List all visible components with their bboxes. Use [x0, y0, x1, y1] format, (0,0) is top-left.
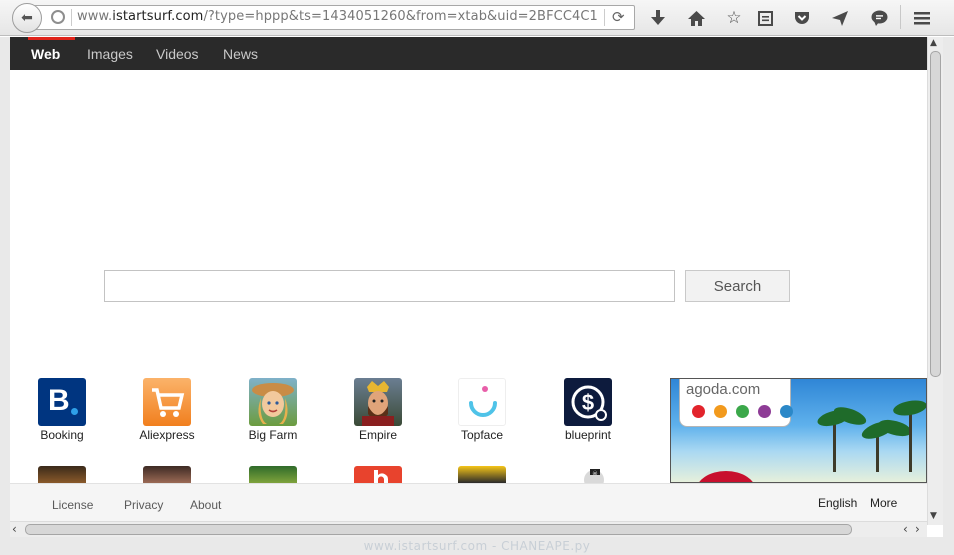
svg-text:$: $	[582, 390, 594, 415]
agoda-ad-banner[interactable]: agoda.com	[670, 378, 927, 483]
tab-videos[interactable]: Videos	[156, 37, 199, 70]
agoda-logo: agoda.com	[686, 381, 761, 398]
landscape-icon	[249, 466, 297, 483]
blueprint-icon: $	[564, 378, 612, 426]
url-separator	[71, 9, 72, 26]
palm-frond	[892, 398, 926, 418]
menu-icon[interactable]	[911, 7, 933, 29]
scroll-left-icon[interactable]: ‹	[12, 522, 17, 536]
tile-label: Big Farm	[248, 428, 298, 442]
scroll-left-icon[interactable]: ‹	[903, 522, 908, 536]
horizontal-scroll-thumb[interactable]	[25, 524, 852, 535]
tile-label: Topface	[460, 428, 504, 442]
tile-blueprint[interactable]: $ blueprint	[543, 378, 633, 442]
tile-label: Aliexpress	[139, 428, 195, 442]
booking-icon: B	[38, 378, 86, 426]
tile-empire[interactable]: Empire	[333, 378, 423, 442]
footer-link-license[interactable]: License	[52, 498, 93, 512]
watermark: www.istartsurf.com - CHANEAPE.py	[363, 539, 591, 553]
more-link[interactable]: More	[870, 496, 897, 510]
tab-images[interactable]: Images	[87, 37, 133, 70]
search-input[interactable]	[104, 270, 675, 302]
agoda-dots	[692, 405, 793, 418]
search-type-nav: Web Images Videos News	[10, 37, 927, 70]
url-bar[interactable]: www.istartsurf.com/?type=hppp&ts=1434051…	[34, 5, 635, 30]
bookmarks-list-icon[interactable]	[754, 7, 776, 29]
agoda-dot	[714, 405, 727, 418]
window-frame-right	[943, 37, 954, 537]
svg-text:☠: ☠	[592, 470, 598, 477]
toolbar-separator	[900, 5, 901, 29]
palm-frond	[831, 403, 869, 429]
page-footer: License Privacy About English More	[10, 483, 927, 521]
tile-partial-5[interactable]	[437, 466, 527, 483]
agoda-dot	[736, 405, 749, 418]
url-text[interactable]: www.istartsurf.com/?type=hppp&ts=1434051…	[77, 9, 598, 24]
big-farm-icon	[249, 378, 297, 426]
back-arrow-icon: ⬅	[21, 10, 33, 26]
agoda-dot	[780, 405, 793, 418]
globe-icon	[51, 10, 65, 24]
reload-icon[interactable]: ⟳	[612, 8, 625, 26]
tile-label: Booking	[40, 428, 84, 442]
url-divider	[604, 9, 605, 26]
scroll-right-icon[interactable]: ›	[915, 522, 920, 536]
pirate-icon: ☠	[564, 466, 612, 483]
tile-booking[interactable]: B Booking	[17, 378, 107, 442]
ad-badge-shape	[696, 471, 756, 482]
horizontal-scrollbar[interactable]: ‹ ‹ ›	[10, 521, 927, 537]
language-selector[interactable]: English	[818, 496, 857, 510]
tile-big-farm[interactable]: Big Farm	[228, 378, 318, 442]
game-icon	[38, 466, 86, 483]
tile-partial-1[interactable]	[17, 466, 107, 483]
agoda-dot	[758, 405, 771, 418]
footer-link-about[interactable]: About	[190, 498, 221, 512]
tab-web[interactable]: Web	[31, 37, 60, 70]
footer-link-privacy[interactable]: Privacy	[124, 498, 163, 512]
scroll-down-icon[interactable]: ▼	[930, 511, 937, 521]
agoda-logo-card: agoda.com	[679, 379, 793, 427]
tile-partial-2[interactable]	[122, 466, 212, 483]
bookmark-star-icon[interactable]: ☆	[723, 7, 745, 29]
send-icon[interactable]	[829, 7, 851, 29]
tile-partial-4[interactable]	[333, 466, 423, 483]
tab-news[interactable]: News	[223, 37, 258, 70]
red-app-icon	[354, 466, 402, 483]
browser-toolbar: www.istartsurf.com/?type=hppp&ts=1434051…	[0, 0, 954, 36]
vertical-scroll-thumb[interactable]	[930, 51, 941, 377]
window-frame-left	[0, 37, 10, 537]
search-button[interactable]: Search	[685, 270, 790, 302]
aliexpress-icon	[143, 378, 191, 426]
chat-icon[interactable]	[868, 7, 890, 29]
tile-aliexpress[interactable]: Aliexpress	[122, 378, 212, 442]
pocket-icon[interactable]	[791, 7, 813, 29]
portrait-icon	[143, 466, 191, 483]
tile-label: Empire	[358, 428, 397, 442]
home-icon[interactable]	[685, 7, 707, 29]
agoda-dot	[692, 405, 705, 418]
scroll-up-icon[interactable]: ▲	[930, 38, 937, 48]
tile-topface[interactable]: Topface	[437, 378, 527, 442]
vertical-scrollbar[interactable]: ▲ ▼	[927, 37, 943, 525]
tile-partial-6[interactable]: ☠	[543, 466, 633, 483]
tile-label: blueprint	[564, 428, 612, 442]
yellow-app-icon	[458, 466, 506, 483]
empire-icon	[354, 378, 402, 426]
back-button[interactable]: ⬅	[12, 3, 42, 33]
download-icon[interactable]	[647, 7, 669, 29]
topface-icon	[458, 378, 506, 426]
tile-partial-3[interactable]	[228, 466, 318, 483]
